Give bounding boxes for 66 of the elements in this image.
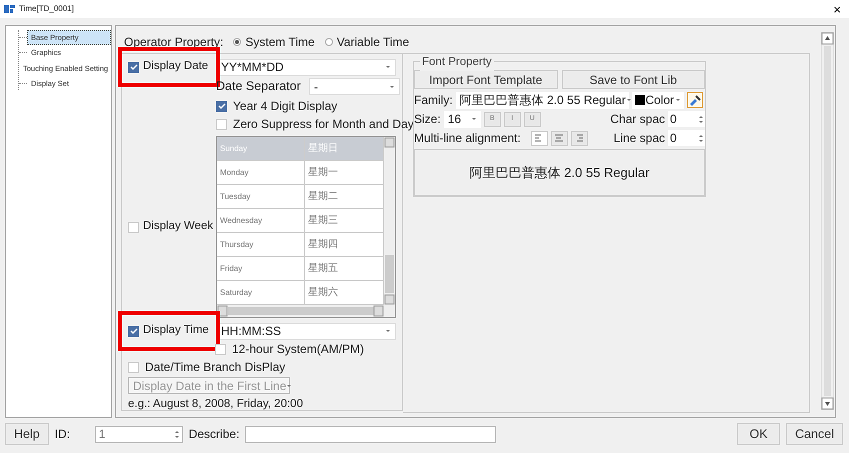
spin-box[interactable]: 0 — [668, 111, 705, 127]
group-title: Font Property — [420, 54, 494, 72]
field-label: ID: — [54, 426, 72, 443]
table-cell[interactable]: Monday — [217, 161, 305, 185]
ok-button[interactable]: OK — [737, 423, 780, 445]
eyedropper-icon — [688, 94, 702, 106]
radio-label: System Time — [245, 34, 315, 50]
checkbox-label: 12-hour System(AM/PM) — [232, 341, 364, 358]
radio-label: Variable Time — [336, 34, 410, 50]
checkbox-label: Display Time — [143, 323, 209, 338]
align-button[interactable] — [530, 130, 548, 146]
caret-icon — [286, 384, 292, 388]
field-label: Line spac — [614, 130, 665, 147]
scrollbar[interactable] — [821, 32, 834, 410]
caret-icon — [674, 98, 681, 102]
checkbox-label: Zero Suppress for Month and Day — [233, 116, 414, 133]
font-button[interactable]: Import Font Template — [414, 70, 558, 89]
dropdown[interactable]: - — [309, 78, 400, 95]
table-cell[interactable]: Wednesday — [217, 209, 305, 233]
scrollbar[interactable] — [384, 137, 395, 305]
table-cell[interactable]: Friday — [217, 257, 305, 281]
checkbox[interactable] — [128, 62, 139, 72]
describe-field[interactable] — [245, 426, 496, 442]
field-label: Multi-line alignment: — [414, 130, 521, 147]
align-button[interactable] — [570, 130, 588, 146]
checkbox-label: Display Week — [143, 219, 214, 234]
help-button[interactable]: Help — [5, 423, 49, 445]
font-preview: 阿里巴巴普惠体 2.0 55 Regular — [414, 149, 705, 196]
cancel-button[interactable]: Cancel — [786, 423, 843, 445]
table-cell[interactable]: Thursday — [217, 233, 305, 257]
field-label: Size: — [414, 111, 441, 128]
caret-icon — [389, 84, 395, 88]
spinner-arrows-icon — [699, 114, 703, 124]
checkbox-label: Year 4 Digit Display — [233, 98, 338, 115]
checkbox[interactable] — [128, 326, 139, 336]
caret-icon — [385, 65, 391, 69]
close-button[interactable]: × — [829, 2, 845, 16]
scrollbar[interactable] — [217, 305, 395, 317]
font-button[interactable]: Save to Font Lib — [562, 70, 705, 89]
field-label: Date Separator — [216, 78, 302, 96]
id-spin-box[interactable]: 1 — [94, 426, 183, 442]
checkbox-label: Date/Time Branch DisPlay — [145, 359, 286, 376]
app-icon — [4, 4, 15, 14]
table-cell[interactable]: Tuesday — [217, 185, 305, 209]
color-dropdown[interactable]: Color — [632, 92, 684, 108]
spinner-arrows-icon — [174, 430, 179, 438]
checkbox-label: Display Date — [143, 59, 208, 74]
example-text: e.g.: August 8, 2008, Friday, 20:00 — [128, 397, 304, 412]
spin-box[interactable]: 0 — [668, 130, 705, 146]
field-label: Operator Property: — [124, 34, 224, 50]
align-center-icon — [553, 133, 566, 143]
dropdown[interactable]: 阿里巴巴普惠体 2.0 55 Regular — [456, 92, 629, 108]
caret-icon — [385, 329, 391, 333]
radio-button[interactable] — [233, 38, 242, 46]
caret-icon — [470, 117, 477, 121]
caret-icon — [626, 98, 632, 102]
field-label: Char spac — [610, 111, 665, 128]
field-label: Family: — [414, 92, 453, 109]
window-title: Time[TD_0001] — [19, 3, 74, 15]
align-button[interactable] — [550, 130, 568, 146]
checkbox[interactable] — [216, 100, 227, 112]
radio-button[interactable] — [324, 38, 333, 46]
field-label: Describe: — [188, 426, 240, 443]
dropdown[interactable]: 16 — [444, 110, 481, 128]
eyedropper-button[interactable] — [686, 92, 703, 108]
spinner-arrows-icon — [699, 134, 703, 142]
